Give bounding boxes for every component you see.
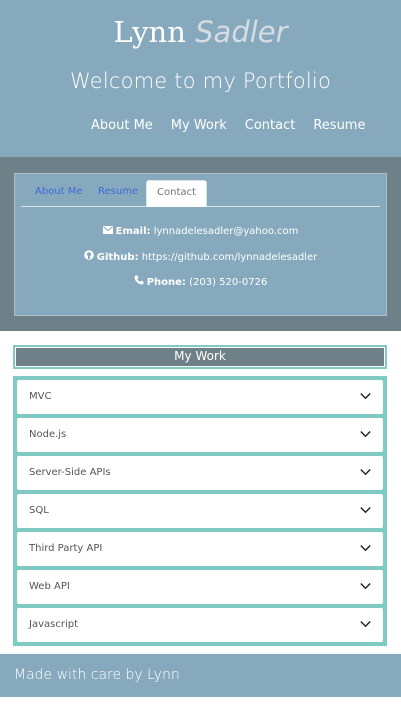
chevron-down-icon [360,545,371,552]
accordion-item-label: Third Party API [29,543,103,554]
site-title: Lynn Sadler [0,14,401,50]
chevron-down-icon [360,469,371,476]
my-work-heading-box: My Work [13,345,387,369]
contact-section: About Me Resume Contact Email: lynnadele… [0,157,401,331]
site-header: Lynn Sadler Welcome to my Portfolio Abou… [0,0,401,157]
tab-resume[interactable]: Resume [88,180,148,206]
accordion-item-label: Server-Side APIs [29,467,111,478]
site-title-last-name: Sadler [195,15,288,49]
accordion-item-sql[interactable]: SQL [17,494,383,528]
site-footer: Made with care by Lynn [0,654,401,697]
chevron-down-icon [360,621,371,628]
chevron-down-icon [360,393,371,400]
envelope-icon [102,225,113,239]
tab-contact[interactable]: Contact [146,180,207,207]
phone-line: Phone: (203) 520-0726 [15,275,386,300]
accordion-item-javascript[interactable]: Javascript [17,608,383,642]
tab-about-me[interactable]: About Me [25,180,93,206]
nav-about-me[interactable]: About Me [91,117,153,135]
chevron-down-icon [360,507,371,514]
contact-tabs: About Me Resume Contact [21,180,380,207]
accordion-item-label: Javascript [29,619,78,630]
accordion-item-label: Node.js [29,429,67,440]
email-line: Email: lynnadelesadler@yahoo.com [15,225,386,250]
email-value[interactable]: lynnadelesadler@yahoo.com [154,226,299,237]
chevron-down-icon [360,583,371,590]
github-icon [83,250,94,265]
accordion-item-label: Web API [29,581,70,592]
github-label: Github: [96,252,139,263]
accordion-item-mvc[interactable]: MVC [17,380,383,414]
phone-value[interactable]: (203) 520-0726 [189,277,267,288]
accordion-item-web-api[interactable]: Web API [17,570,383,604]
github-line: Github: https://github.com/lynnadelesadl… [15,250,386,275]
github-value[interactable]: https://github.com/lynnadelesadler [142,252,317,263]
nav-resume[interactable]: Resume [313,117,365,135]
accordion-item-third-party-api[interactable]: Third Party API [17,532,383,566]
accordion-item-server-side-apis[interactable]: Server-Side APIs [17,456,383,490]
contact-details: Email: lynnadelesadler@yahoo.com Github:… [15,225,386,300]
site-title-first-name: Lynn [113,15,186,49]
my-work-heading: My Work [16,348,384,366]
footer-text: Made with care by Lynn [14,667,180,683]
accordion-item-label: MVC [29,391,52,402]
phone-label: Phone: [146,277,186,288]
phone-icon [134,275,144,290]
my-work-section: My Work MVC Node.js Server-Side APIs SQL… [0,331,401,654]
page-subtitle: Welcome to my Portfolio [69,69,332,93]
contact-card: About Me Resume Contact Email: lynnadele… [14,173,387,316]
nav-contact[interactable]: Contact [245,117,296,135]
accordion-item-nodejs[interactable]: Node.js [17,418,383,452]
email-label: Email: [115,226,151,237]
chevron-down-icon [360,431,371,438]
main-nav: About Me My Work Contact Resume [91,117,383,135]
nav-my-work[interactable]: My Work [171,117,227,135]
skills-accordion: MVC Node.js Server-Side APIs SQL Third P… [13,376,387,646]
accordion-item-label: SQL [29,505,49,516]
